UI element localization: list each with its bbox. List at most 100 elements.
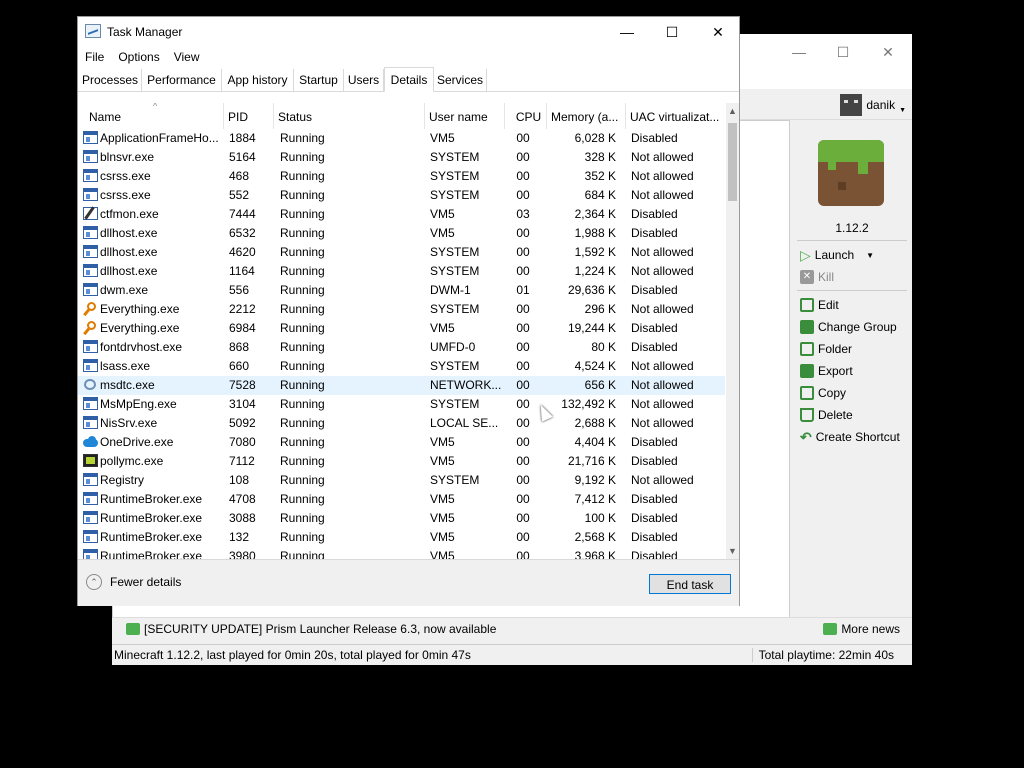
news-item[interactable]: [SECURITY UPDATE] Prism Launcher Release… — [126, 622, 496, 636]
menu-file[interactable]: File — [78, 47, 111, 67]
menu-view[interactable]: View — [167, 47, 207, 67]
end-task-button[interactable]: End task — [649, 574, 731, 594]
status-total-playtime: Total playtime: 22min 40s — [751, 648, 894, 662]
edit-button[interactable]: Edit — [800, 295, 839, 315]
column-header-pid[interactable]: PID — [224, 103, 274, 129]
table-row[interactable]: ctfmon.exe 7444 Running VM5 03 2,364 K Disable… — [78, 205, 725, 224]
process-uac: Not allowed — [631, 188, 694, 202]
process-status: Running — [280, 207, 325, 221]
fewer-details-button[interactable]: ⌃ Fewer details — [86, 574, 181, 590]
process-uac: Disabled — [631, 435, 678, 449]
process-pid: 7112 — [229, 454, 255, 468]
table-row[interactable]: MsMpEng.exe 3104 Running SYSTEM 00 132,492 K N… — [78, 395, 725, 414]
column-header-name[interactable]: ^ Name — [85, 103, 224, 129]
scroll-down-icon[interactable]: ▼ — [726, 543, 739, 559]
table-row[interactable]: RuntimeBroker.exe 132 Running VM5 00 2,568 K D… — [78, 528, 725, 547]
task-manager-icon — [85, 24, 101, 38]
tab-users[interactable]: Users — [344, 69, 384, 91]
column-header-user-name[interactable]: User name — [425, 103, 505, 129]
kill-button[interactable]: ✕ Kill — [800, 267, 834, 287]
table-row[interactable]: pollymc.exe 7112 Running VM5 00 21,716 K Disab… — [78, 452, 725, 471]
menu-options[interactable]: Options — [111, 47, 166, 67]
export-button[interactable]: Export — [800, 361, 853, 381]
process-pid: 1164 — [229, 264, 255, 278]
process-cpu: 00 — [516, 359, 530, 373]
table-row[interactable]: fontdrvhost.exe 868 Running UMFD-0 00 80 K Dis… — [78, 338, 725, 357]
tab-details[interactable]: Details — [384, 67, 434, 92]
copy-label: Copy — [818, 386, 847, 400]
process-uac: Disabled — [631, 511, 678, 525]
process-cpu: 00 — [516, 226, 530, 240]
process-memory: 1,988 K — [574, 226, 616, 240]
tab-processes[interactable]: Processes — [79, 69, 142, 91]
table-row[interactable]: dllhost.exe 4620 Running SYSTEM 00 1,592 K Not… — [78, 243, 725, 262]
close-button[interactable]: ✕ — [695, 17, 741, 47]
process-cpu: 00 — [516, 302, 530, 316]
launcher-minimize-button[interactable]: — — [784, 39, 814, 65]
process-memory: 2,688 K — [574, 416, 616, 430]
table-row[interactable]: lsass.exe 660 Running SYSTEM 00 4,524 K Not al… — [78, 357, 725, 376]
table-row[interactable]: RuntimeBroker.exe 4708 Running VM5 00 7,412 K… — [78, 490, 725, 509]
scrollbar-thumb[interactable] — [728, 123, 737, 201]
tab-services[interactable]: Services — [434, 69, 487, 91]
tab-performance[interactable]: Performance — [142, 69, 222, 91]
table-row[interactable]: Everything.exe 2212 Running SYSTEM 00 296 K No… — [78, 300, 725, 319]
process-uac: Disabled — [631, 283, 678, 297]
delete-button[interactable]: Delete — [800, 405, 853, 425]
trash-icon — [800, 408, 814, 422]
divider — [797, 240, 907, 241]
table-row[interactable]: RuntimeBroker.exe 3980 Running VM5 00 3,968 K… — [78, 547, 725, 559]
process-status: Running — [280, 188, 325, 202]
table-row[interactable]: Everything.exe 6984 Running VM5 00 19,244 K Di… — [78, 319, 725, 338]
network-icon — [83, 378, 98, 391]
process-cpu: 00 — [516, 511, 530, 525]
table-row[interactable]: dllhost.exe 6532 Running VM5 00 1,988 K Disabl… — [78, 224, 725, 243]
more-news-button[interactable]: More news — [823, 622, 900, 636]
launcher-maximize-button[interactable]: ☐ — [828, 39, 858, 65]
scroll-up-icon[interactable]: ▲ — [726, 103, 739, 119]
process-user: VM5 — [430, 454, 455, 468]
table-row[interactable]: Registry 108 Running SYSTEM 00 9,192 K Not all… — [78, 471, 725, 490]
table-row[interactable]: dllhost.exe 1164 Running SYSTEM 00 1,224 K Not… — [78, 262, 725, 281]
table-row[interactable]: msdtc.exe 7528 Running NETWORK... 00 656 K Not… — [78, 376, 725, 395]
process-uac: Disabled — [631, 340, 678, 354]
create-shortcut-button[interactable]: ↶ Create Shortcut — [800, 427, 900, 447]
application-icon — [83, 264, 98, 277]
table-row[interactable]: OneDrive.exe 7080 Running VM5 00 4,404 K Disab… — [78, 433, 725, 452]
table-row[interactable]: csrss.exe 552 Running SYSTEM 00 684 K Not allo… — [78, 186, 725, 205]
table-row[interactable]: ApplicationFrameHo... 1884 Running VM5 00 6,0… — [78, 129, 725, 148]
minimize-button[interactable]: — — [604, 17, 650, 47]
application-icon — [83, 340, 98, 353]
grass-block-icon — [818, 140, 884, 206]
process-user: SYSTEM — [430, 397, 480, 411]
process-cpu: 00 — [516, 549, 530, 559]
process-user: NETWORK... — [430, 378, 502, 392]
column-header-uac-virtualization[interactable]: UAC virtualizat... — [626, 103, 725, 129]
tab-app-history[interactable]: App history — [222, 69, 294, 91]
column-header-memory[interactable]: Memory (a... — [547, 103, 626, 129]
news-icon — [126, 623, 140, 635]
process-user: VM5 — [430, 131, 455, 145]
account-menu[interactable]: danik ▼ — [840, 94, 906, 116]
process-name: pollymc.exe — [100, 454, 164, 468]
table-row[interactable]: dwm.exe 556 Running DWM-1 01 29,636 K Disabled — [78, 281, 725, 300]
change-group-button[interactable]: Change Group — [800, 317, 897, 337]
vertical-scrollbar[interactable]: ▲ ▼ — [726, 103, 739, 559]
column-header-cpu[interactable]: CPU — [505, 103, 547, 129]
tab-startup[interactable]: Startup — [294, 69, 344, 91]
table-row[interactable]: RuntimeBroker.exe 3088 Running VM5 00 100 K Di… — [78, 509, 725, 528]
launcher-close-button[interactable]: ✕ — [873, 39, 903, 65]
folder-button[interactable]: Folder — [800, 339, 852, 359]
avatar — [840, 94, 863, 116]
process-user: UMFD-0 — [430, 340, 476, 354]
table-row[interactable]: NisSrv.exe 5092 Running LOCAL SE... 00 2,688 … — [78, 414, 725, 433]
table-row[interactable]: blnsvr.exe 5164 Running SYSTEM 00 328 K Not al… — [78, 148, 725, 167]
maximize-button[interactable]: ☐ — [649, 17, 695, 47]
process-name: blnsvr.exe — [100, 150, 155, 164]
process-name: Everything.exe — [100, 321, 180, 335]
launch-button[interactable]: ▷ Launch ▼ — [800, 245, 874, 265]
column-header-status[interactable]: Status — [274, 103, 425, 129]
table-row[interactable]: csrss.exe 468 Running SYSTEM 00 352 K Not allo… — [78, 167, 725, 186]
process-memory: 132,492 K — [561, 397, 616, 411]
copy-button[interactable]: Copy — [800, 383, 846, 403]
